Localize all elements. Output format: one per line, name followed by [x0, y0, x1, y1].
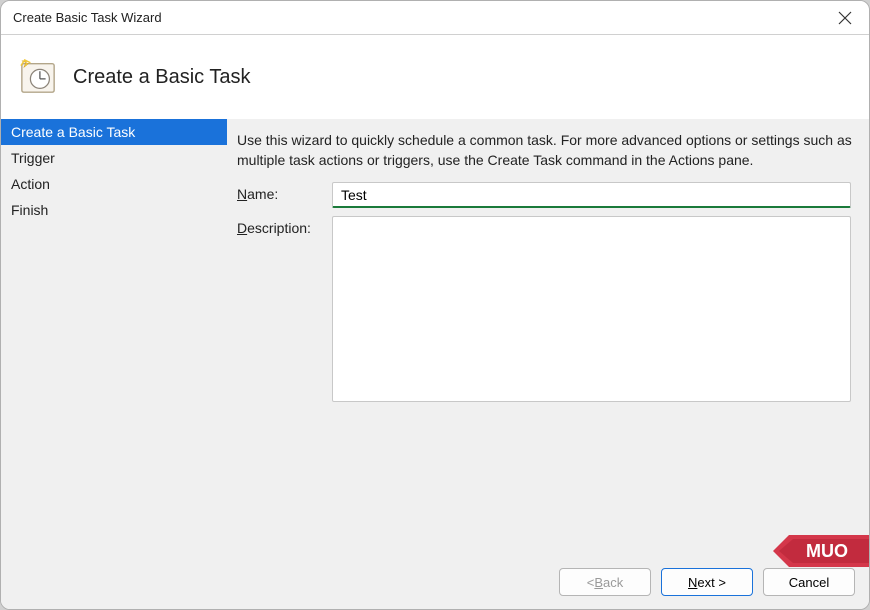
name-label: Name: — [237, 182, 332, 208]
sidebar-item-action[interactable]: Action — [1, 171, 227, 197]
wizard-body: Create a Basic Task Trigger Action Finis… — [1, 119, 869, 609]
clock-task-icon — [19, 58, 57, 96]
name-input[interactable] — [332, 182, 851, 208]
wizard-header-title: Create a Basic Task — [73, 66, 251, 89]
next-button[interactable]: Next > — [661, 568, 753, 596]
wizard-header: Create a Basic Task — [1, 35, 869, 119]
name-row: Name: — [237, 182, 859, 208]
wizard-sidebar: Create a Basic Task Trigger Action Finis… — [1, 119, 227, 609]
titlebar: Create Basic Task Wizard — [1, 1, 869, 35]
sidebar-item-create-basic-task[interactable]: Create a Basic Task — [1, 119, 227, 145]
intro-text: Use this wizard to quickly schedule a co… — [237, 131, 859, 170]
close-icon — [838, 11, 852, 25]
wizard-icon — [19, 58, 57, 96]
sidebar-item-trigger[interactable]: Trigger — [1, 145, 227, 171]
description-label: Description: — [237, 216, 332, 402]
wizard-footer: < Back Next > Cancel — [1, 555, 869, 609]
close-button[interactable] — [821, 1, 869, 35]
back-button: < Back — [559, 568, 651, 596]
sidebar-item-finish[interactable]: Finish — [1, 197, 227, 223]
sidebar-item-label: Action — [11, 176, 50, 192]
window-title: Create Basic Task Wizard — [13, 10, 162, 25]
sidebar-item-label: Create a Basic Task — [11, 124, 135, 140]
logo-text: MUO — [806, 541, 848, 561]
sidebar-item-label: Finish — [11, 202, 48, 218]
wizard-window: Create Basic Task Wizard Create a Basic … — [0, 0, 870, 610]
description-input[interactable] — [332, 216, 851, 402]
muo-logo-badge: MUO — [769, 527, 869, 575]
description-row: Description: — [237, 216, 859, 402]
sidebar-item-label: Trigger — [11, 150, 55, 166]
